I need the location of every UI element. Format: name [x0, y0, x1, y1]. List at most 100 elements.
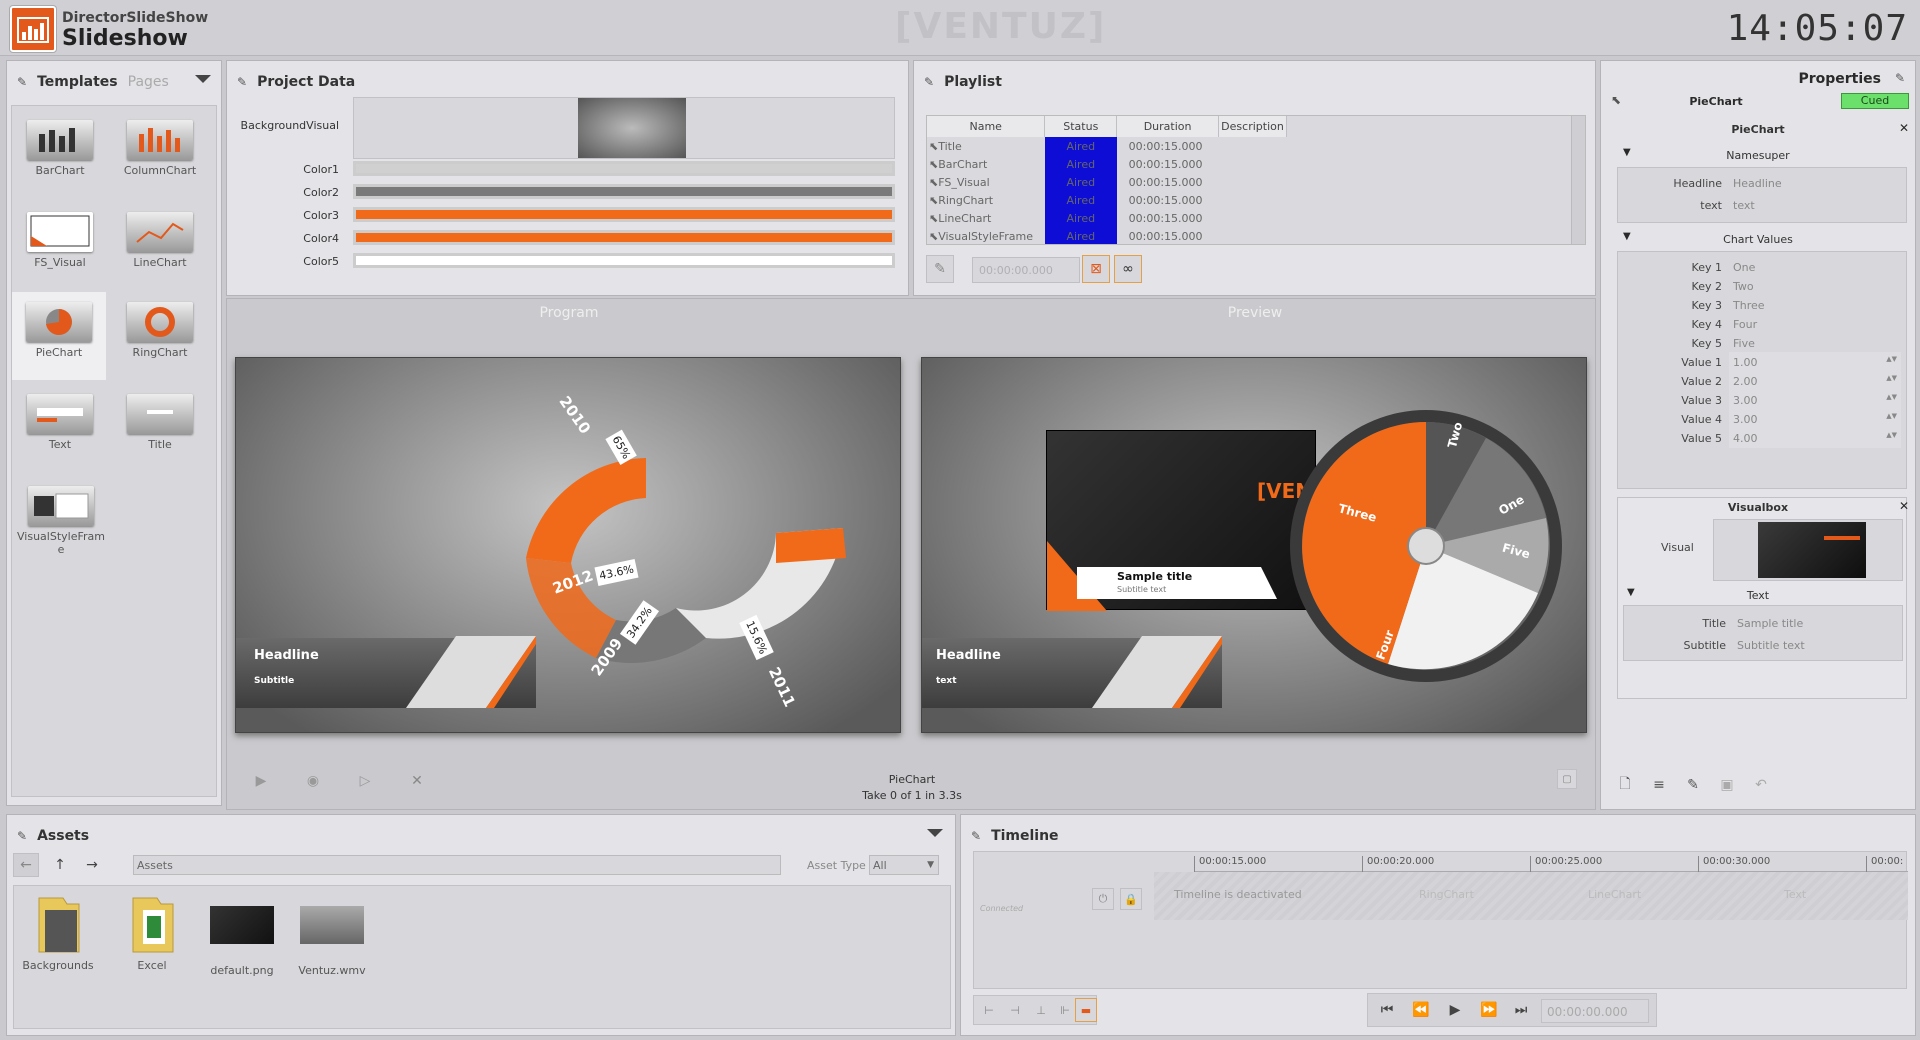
properties-title: Properties	[1798, 71, 1881, 87]
program-headline: Headline	[254, 648, 319, 663]
tab-templates[interactable]: Templates	[37, 74, 118, 90]
chart-value-field[interactable]: 3.00	[1729, 390, 1901, 410]
pin-icon[interactable]: ✎	[971, 829, 981, 843]
power-icon[interactable]: ⏻	[1092, 888, 1114, 910]
template-text[interactable]: Text	[16, 384, 104, 472]
timeline-track[interactable]: Timeline is deactivated RingChart LineCh…	[1154, 872, 1908, 920]
range-icon[interactable]: ⊩	[1053, 998, 1077, 1022]
chart-value-field[interactable]: Four	[1729, 314, 1901, 334]
spinner-icon[interactable]: ▲▼	[1886, 374, 1897, 382]
asset-item[interactable]: Excel	[116, 894, 188, 972]
shuffle-icon[interactable]: ⊠	[1082, 255, 1110, 283]
chart-value-field[interactable]: Three	[1729, 295, 1901, 315]
timeline-time-field[interactable]: 00:00:00.000	[1541, 999, 1649, 1023]
text-field[interactable]: text	[1729, 195, 1901, 215]
playlist-row[interactable]: ⬉FS_Visual Aired 00:00:15.000	[927, 173, 1287, 191]
forward-icon[interactable]: →	[79, 853, 105, 877]
pin-icon[interactable]: ✎	[17, 829, 27, 843]
loop-icon[interactable]: ∞	[1114, 255, 1142, 283]
pin-icon[interactable]: ✎	[924, 75, 934, 89]
spinner-icon[interactable]: ▲▼	[1886, 393, 1897, 401]
visualstyle-frame: [VEN Sample title Subtitle text	[1046, 430, 1316, 611]
spinner-icon[interactable]: ▲▼	[1886, 412, 1897, 420]
close-icon[interactable]: ✕	[1899, 499, 1909, 513]
pin-icon[interactable]: ✎	[1895, 71, 1905, 85]
template-visualstyleframe[interactable]: VisualStyleFrame	[16, 476, 106, 564]
column-duration[interactable]: Duration	[1116, 116, 1220, 137]
rewind-icon[interactable]: ⏪	[1407, 996, 1435, 1024]
template-ringchart[interactable]: RingChart	[116, 292, 204, 380]
play-icon[interactable]: ▶	[1441, 996, 1469, 1024]
chart-value-field[interactable]: Five	[1729, 333, 1901, 353]
color2-swatch[interactable]	[353, 184, 895, 199]
chart-value-field[interactable]: 2.00	[1729, 371, 1901, 391]
namesuper-header: Namesuper	[1726, 149, 1790, 162]
column-status[interactable]: Status	[1044, 116, 1118, 137]
asset-item[interactable]: default.png	[206, 906, 278, 977]
undo-icon[interactable]: ↶	[1747, 771, 1775, 799]
marker-start-icon[interactable]: ⊢	[977, 998, 1001, 1022]
title-field[interactable]: Sample title	[1733, 613, 1905, 633]
close-icon[interactable]: ✕	[1899, 121, 1909, 135]
chart-value-field[interactable]: 1.00	[1729, 352, 1901, 372]
playlist-scrollbar[interactable]	[1571, 116, 1585, 244]
background-visual-field[interactable]	[353, 97, 895, 159]
cue-arrow-icon[interactable]: ⬉	[1611, 93, 1621, 107]
color4-swatch[interactable]	[353, 230, 895, 245]
color1-swatch[interactable]	[353, 161, 895, 176]
spinner-icon[interactable]: ▲▼	[1886, 355, 1897, 363]
timeline-title: Timeline	[991, 828, 1059, 844]
skip-back-icon[interactable]: ⏮	[1373, 996, 1401, 1024]
marker-end-icon[interactable]: ⊥	[1029, 998, 1053, 1022]
back-icon[interactable]: ←	[13, 853, 39, 877]
playlist-row[interactable]: ⬉RingChart Aired 00:00:15.000	[927, 191, 1287, 209]
template-fs-visual[interactable]: FS_Visual	[16, 202, 104, 290]
sample-title-bar: Sample title Subtitle text	[1077, 567, 1277, 599]
fullscreen-icon[interactable]: ▢	[1557, 769, 1577, 789]
playlist-row[interactable]: ⬉VisualStyleFrame Aired 00:00:15.000	[927, 227, 1287, 244]
template-linechart[interactable]: LineChart	[116, 202, 204, 290]
list-icon[interactable]: ≡	[1645, 771, 1673, 799]
fast-forward-icon[interactable]: ⏩	[1475, 996, 1503, 1024]
chart-value-field[interactable]: One	[1729, 257, 1901, 277]
playlist-row[interactable]: ⬉LineChart Aired 00:00:15.000	[927, 209, 1287, 227]
marker-icon[interactable]: ⊣	[1003, 998, 1027, 1022]
column-description[interactable]: Description	[1218, 116, 1287, 137]
chart-value-field[interactable]: 3.00	[1729, 409, 1901, 429]
edit-icon[interactable]: ✎	[926, 255, 954, 283]
playlist-time-field[interactable]: 00:00:00.000	[972, 257, 1080, 283]
new-page-icon[interactable]: 🗋	[1611, 771, 1639, 799]
up-icon[interactable]: ↑	[47, 853, 73, 877]
color3-swatch[interactable]	[353, 207, 895, 222]
pin-icon[interactable]: ✎	[17, 75, 27, 89]
template-columnchart[interactable]: ColumnChart	[116, 110, 204, 198]
template-barchart[interactable]: BarChart	[16, 110, 104, 198]
snap-icon[interactable]: ▬	[1075, 998, 1097, 1022]
asset-item[interactable]: Backgrounds	[22, 894, 94, 972]
playlist-row[interactable]: ⬉Title Aired 00:00:15.000	[927, 137, 1287, 155]
spinner-icon[interactable]: ▲▼	[1886, 431, 1897, 439]
asset-type-select[interactable]: All ▼	[869, 855, 939, 875]
playlist-row[interactable]: ⬉BarChart Aired 00:00:15.000	[927, 155, 1287, 173]
dropdown-arrow-icon[interactable]	[195, 75, 211, 83]
tab-pages[interactable]: Pages	[128, 74, 169, 90]
asset-path-field[interactable]: Assets	[133, 855, 781, 875]
save-icon[interactable]: ▣	[1713, 771, 1741, 799]
asset-item[interactable]: Ventuz.wmv	[296, 906, 368, 977]
sample-title: Sample title	[1117, 570, 1193, 583]
headline-field[interactable]: Headline	[1729, 173, 1901, 193]
skip-forward-icon[interactable]: ⏭	[1507, 996, 1535, 1024]
chart-value-field[interactable]: Two	[1729, 276, 1901, 296]
chart-value-field[interactable]: 4.00	[1729, 428, 1901, 448]
template-title[interactable]: Title	[116, 384, 204, 472]
lock-icon[interactable]: 🔒	[1120, 888, 1142, 910]
subtitle-field[interactable]: Subtitle text	[1733, 635, 1905, 655]
dropdown-arrow-icon[interactable]	[927, 829, 943, 837]
template-piechart[interactable]: PieChart	[12, 292, 106, 380]
project-data-title: Project Data	[257, 74, 356, 90]
visual-field[interactable]	[1713, 519, 1903, 581]
color5-swatch[interactable]	[353, 253, 895, 268]
pencil-icon[interactable]: ✎	[1679, 771, 1707, 799]
column-name[interactable]: Name	[927, 116, 1046, 137]
pin-icon[interactable]: ✎	[237, 75, 247, 89]
